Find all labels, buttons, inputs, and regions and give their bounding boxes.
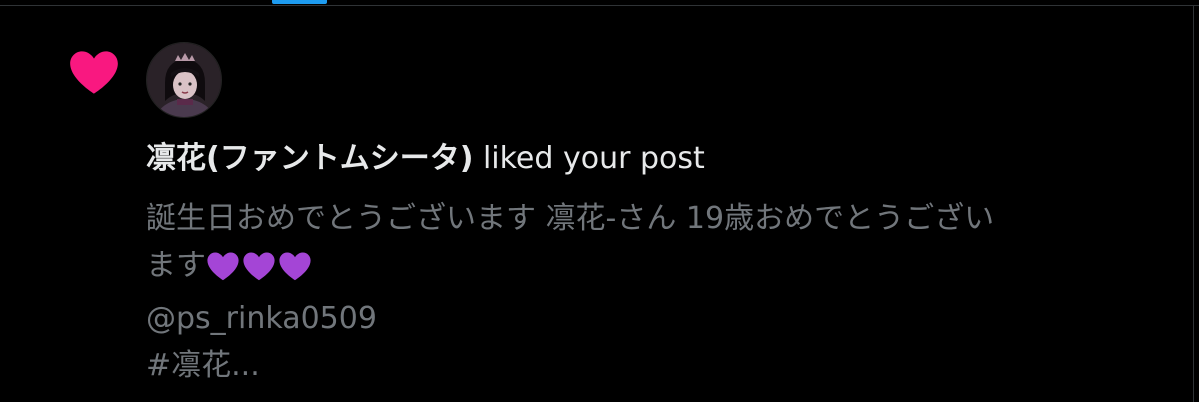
post-hashtag: #凛花...	[146, 348, 260, 383]
like-notification[interactable]: 凛花(ファントムシータ) liked your post 誕生日おめでとうござい…	[0, 7, 1192, 402]
column-divider	[1193, 6, 1199, 402]
top-divider	[0, 0, 1199, 6]
purple-heart-emojis	[206, 248, 314, 295]
post-mention: @ps_rinka0509	[146, 301, 377, 336]
notification-headline: 凛花(ファントムシータ) liked your post	[146, 138, 705, 180]
heart-icon	[68, 49, 120, 95]
post-preview[interactable]: 誕生日おめでとうございます 凛花-さん 19歳おめでとうござい ます @ps_r…	[146, 195, 1176, 389]
post-text-line-2: ます	[146, 242, 1176, 295]
actor-name[interactable]: 凛花(ファントムシータ)	[146, 141, 473, 176]
post-text-line-2-text: ます	[146, 248, 206, 283]
purple-heart-icon	[243, 252, 275, 281]
action-text: liked your post	[473, 141, 705, 176]
purple-heart-icon	[279, 252, 311, 281]
purple-heart-icon	[207, 252, 239, 281]
active-tab-indicator	[272, 0, 327, 4]
post-text-line-1: 誕生日おめでとうございます 凛花-さん 19歳おめでとうござい	[146, 201, 995, 236]
avatar[interactable]	[146, 42, 222, 118]
